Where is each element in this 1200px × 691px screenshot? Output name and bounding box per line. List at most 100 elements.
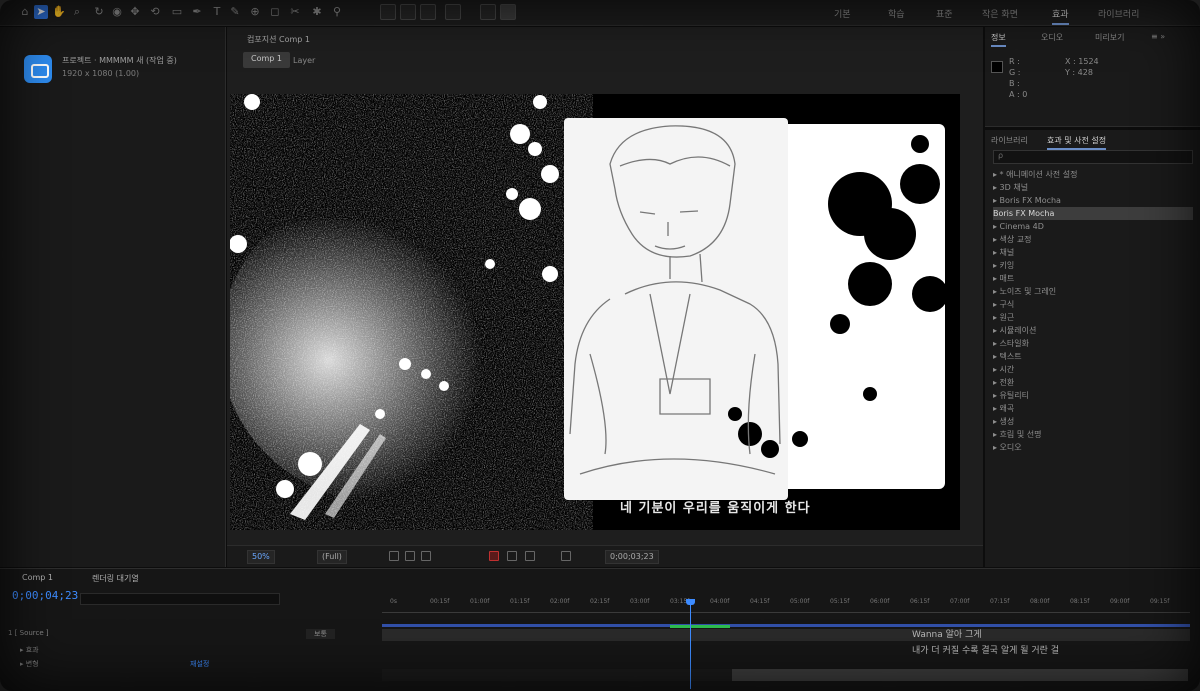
effect-item-selected[interactable]: Boris FX Mocha [993, 207, 1193, 220]
workspace-default[interactable]: 기본 [834, 7, 851, 20]
layer-track[interactable] [382, 669, 732, 681]
grid-toggle-icon[interactable] [389, 551, 399, 561]
effect-category[interactable]: ▸ 키잉 [993, 259, 1193, 272]
workspace-small-screen[interactable]: 작은 화면 [982, 7, 1018, 20]
pin-tool-icon[interactable]: ⚲ [330, 5, 344, 19]
effect-category[interactable]: ▸ * 애니메이션 사전 설정 [993, 168, 1193, 181]
effect-category[interactable]: ▸ 흐림 및 선명 [993, 428, 1193, 441]
effect-category[interactable]: ▸ 시뮬레이션 [993, 324, 1193, 337]
info-x: X : 1524 [1065, 57, 1099, 66]
panel-menu-icon[interactable]: ≡ » [1151, 32, 1165, 41]
hand-tool-icon[interactable]: ✋ [52, 5, 66, 19]
tab-comp-timeline[interactable]: Comp 1 [22, 573, 53, 582]
current-timecode[interactable]: 0;00;04;23 [12, 589, 78, 602]
layer-search-input[interactable] [80, 593, 280, 605]
rectangle-tool-icon[interactable]: ▭ [170, 5, 184, 19]
comp-breadcrumb-active[interactable]: Comp 1 [243, 52, 290, 68]
time-ruler[interactable]: 0s 00:15f 01:00f 01:15f 02:00f 02:15f 03… [382, 591, 1190, 613]
select-tool-icon[interactable]: ➤ [34, 5, 48, 19]
brush-tool-icon[interactable]: ✎ [228, 5, 242, 19]
ruler-tick: 07:15f [990, 598, 1010, 605]
preview-canvas[interactable]: 네 기분이 우리를 움직이게 한다 [230, 94, 960, 530]
rotate-tool-icon[interactable]: ↻ [92, 5, 106, 19]
local-axis-button[interactable] [380, 4, 396, 20]
effect-category[interactable]: ▸ 원근 [993, 311, 1193, 324]
layer-group-effects[interactable]: ▸ 효과 [20, 645, 39, 655]
top-toolbar: ⌂ ➤ ✋ ⌕ ↻ ◉ ✥ ⟲ ▭ ✒ T ✎ ⊕ ◻ ✂ ✱ ⚲ 기본 학습 … [0, 0, 1200, 26]
effect-category[interactable]: ▸ 3D 채널 [993, 181, 1193, 194]
mask-toggle-icon[interactable] [405, 551, 415, 561]
tab-audio[interactable]: 오디오 [1041, 32, 1063, 43]
ruler-tick: 02:15f [590, 598, 610, 605]
effect-category[interactable]: ▸ 구식 [993, 298, 1193, 311]
effect-category[interactable]: ▸ 생성 [993, 415, 1193, 428]
timecode-button[interactable]: 0;00;03;23 [605, 550, 659, 564]
zoom-select[interactable]: 50% [247, 550, 275, 564]
clone-tool-icon[interactable]: ⊕ [248, 5, 262, 19]
effect-category[interactable]: ▸ 전환 [993, 376, 1193, 389]
effects-search-input[interactable]: ρ [993, 150, 1193, 164]
puppet-tool-icon[interactable]: ✱ [310, 5, 324, 19]
color-swatch [991, 61, 1003, 73]
viewer-tab[interactable]: 컴포지션 Comp 1 [247, 34, 310, 45]
expand-button[interactable] [500, 4, 516, 20]
tab-render-queue[interactable]: 렌더링 대기열 [92, 573, 139, 584]
effect-category[interactable]: ▸ 오디오 [993, 441, 1193, 454]
zoom-tool-icon[interactable]: ⌕ [70, 5, 84, 19]
comp-breadcrumb-next[interactable]: Layer [293, 56, 315, 65]
tab-effects-presets[interactable]: 효과 및 사전 설정 [1047, 135, 1107, 150]
layer-track[interactable] [382, 629, 1190, 641]
home-icon[interactable]: ⌂ [18, 5, 32, 19]
channel-icon[interactable] [507, 551, 517, 561]
info-a: A : 0 [1009, 90, 1028, 99]
effect-category[interactable]: ▸ 채널 [993, 246, 1193, 259]
channel-red-icon[interactable] [489, 551, 499, 561]
tab-preview[interactable]: 미리보기 [1095, 32, 1124, 43]
reset-link[interactable]: 재설정 [190, 659, 209, 669]
tab-info[interactable]: 정보 [991, 32, 1006, 47]
layer-group-transform[interactable]: ▸ 변형 [20, 659, 39, 669]
pan-tool-icon[interactable]: ✥ [128, 5, 142, 19]
ruler-tick: 08:00f [1030, 598, 1050, 605]
work-area-bar[interactable] [382, 624, 1190, 627]
subtitle-overlay: 네 기분이 우리를 움직이게 한다 [620, 501, 811, 516]
tab-libraries[interactable]: 라이브러리 [991, 135, 1028, 146]
workspace-learn[interactable]: 학습 [888, 7, 905, 20]
viewer-controls: 50% (Full) 0;00;03;23 [227, 545, 983, 567]
info-panel: 정보 오디오 미리보기 ≡ » R : G : B : A : 0 X : 15… [985, 27, 1200, 127]
effect-category[interactable]: ▸ 텍스트 [993, 350, 1193, 363]
effect-category[interactable]: ▸ 왜곡 [993, 402, 1193, 415]
world-axis-button[interactable] [400, 4, 416, 20]
layer-row[interactable]: 1 [ Source ] 보통 [0, 629, 380, 641]
effect-category[interactable]: ▸ 유틸리티 [993, 389, 1193, 402]
layer-row[interactable]: ▸ 변형 재설정 [0, 659, 380, 671]
snap-button[interactable] [445, 4, 461, 20]
workspace-standard[interactable]: 표준 [936, 7, 953, 20]
eraser-tool-icon[interactable]: ◻ [268, 5, 282, 19]
pen-tool-icon[interactable]: ✒ [190, 5, 204, 19]
workspace-libraries[interactable]: 라이브러리 [1098, 7, 1139, 20]
effect-category[interactable]: ▸ 시간 [993, 363, 1193, 376]
workspace-effects[interactable]: 효과 [1052, 7, 1069, 25]
effect-category[interactable]: ▸ 매트 [993, 272, 1193, 285]
transparency-grid-icon[interactable] [421, 551, 431, 561]
blend-mode-select[interactable]: 보통 [306, 629, 335, 639]
view-axis-button[interactable] [420, 4, 436, 20]
effect-category[interactable]: ▸ Cinema 4D [993, 220, 1193, 233]
align-button[interactable] [480, 4, 496, 20]
layer-row[interactable]: ▸ 효과 [0, 645, 380, 657]
effect-category[interactable]: ▸ 스타일화 [993, 337, 1193, 350]
snapshot-camera-icon[interactable] [561, 551, 571, 561]
text-tool-icon[interactable]: T [210, 5, 224, 19]
camera-tool-icon[interactable]: ◉ [110, 5, 124, 19]
effect-category[interactable]: ▸ 색상 교정 [993, 233, 1193, 246]
roto-tool-icon[interactable]: ✂ [288, 5, 302, 19]
exposure-icon[interactable] [525, 551, 535, 561]
ruler-tick: 01:15f [510, 598, 530, 605]
effect-category[interactable]: ▸ 노이즈 및 그레인 [993, 285, 1193, 298]
orbit-tool-icon[interactable]: ⟲ [148, 5, 162, 19]
effect-category[interactable]: ▸ Boris FX Mocha [993, 194, 1193, 207]
playhead[interactable] [686, 599, 695, 689]
layer-track-active[interactable] [732, 669, 1188, 681]
resolution-select[interactable]: (Full) [317, 550, 347, 564]
